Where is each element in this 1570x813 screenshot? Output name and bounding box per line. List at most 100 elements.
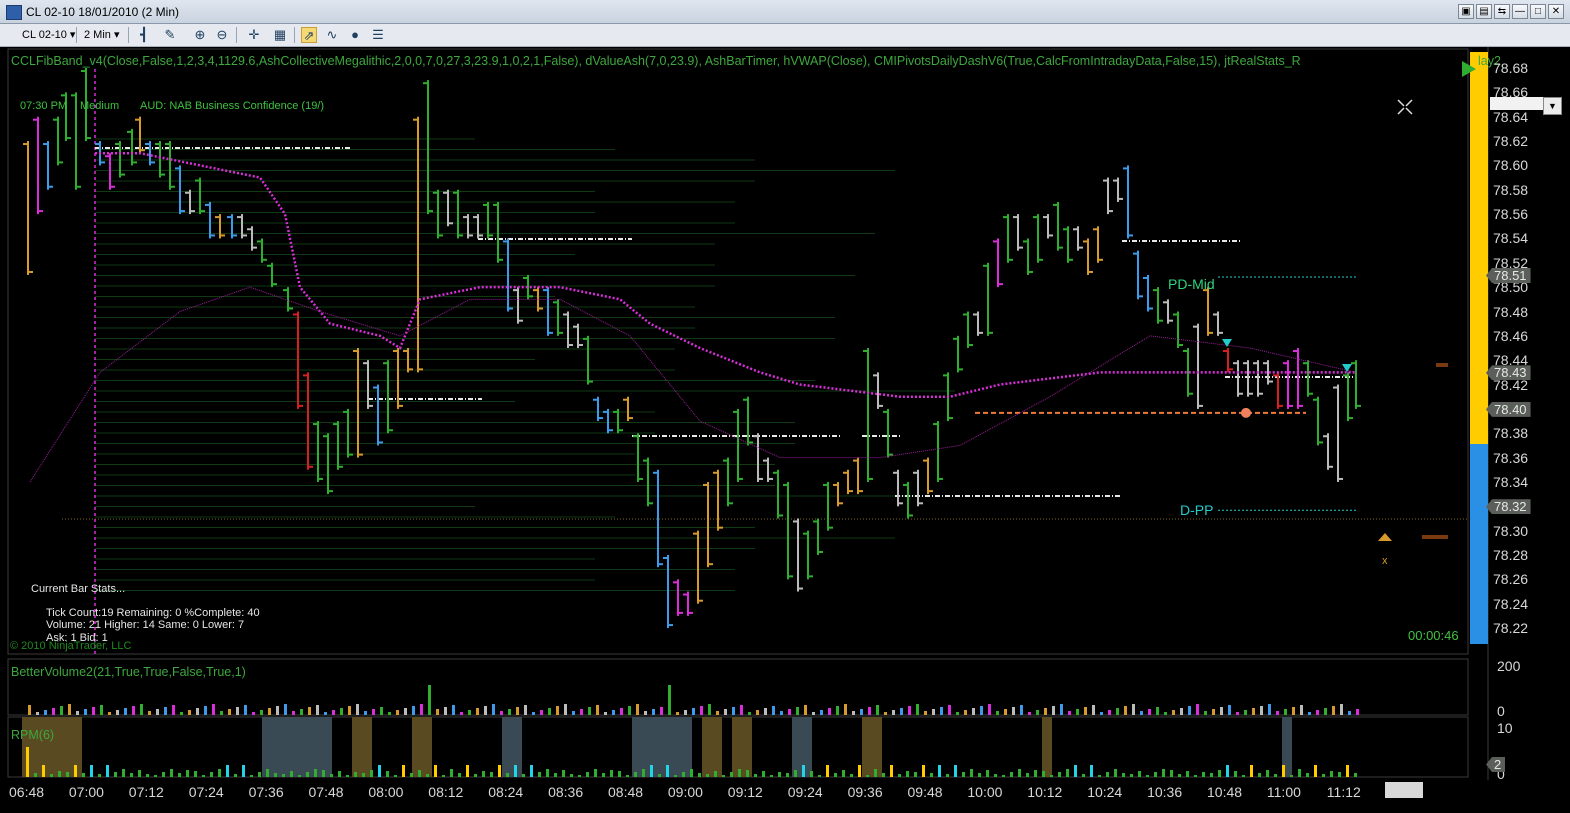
rpm-bar <box>330 774 333 777</box>
scroll-down-button[interactable]: ▼ <box>1543 97 1562 115</box>
maximize-button[interactable]: □ <box>1530 4 1546 19</box>
zoom-out-icon[interactable]: ⊖ <box>214 27 230 43</box>
rpm-bar <box>722 775 725 777</box>
volume-bar <box>300 709 303 715</box>
chart-area[interactable]: x CCLFibBand_v4(Close,False,1,2,3,4,1129… <box>0 47 1570 813</box>
crosshair-icon[interactable]: ✛ <box>246 27 262 43</box>
time-tick-label: 08:24 <box>488 784 524 800</box>
rpm-bar <box>1058 772 1061 777</box>
volume-bar <box>1012 707 1015 715</box>
rpm-bar <box>242 765 245 777</box>
price-tick-label: 78.22 <box>1493 620 1529 637</box>
expand-icon <box>1397 99 1413 115</box>
price-tick-label: 78.66 <box>1493 84 1529 101</box>
volume-bar <box>236 707 239 715</box>
rpm-bar <box>602 773 605 777</box>
swap-window-button[interactable]: ⇆ <box>1494 4 1510 19</box>
volume-bar <box>292 711 295 715</box>
rpm-bar <box>434 765 437 777</box>
volume-bar <box>204 706 207 715</box>
time-tick-label: 07:00 <box>68 784 104 800</box>
volume-bar <box>1244 710 1247 715</box>
close-button[interactable]: ✕ <box>1548 4 1564 19</box>
rpm-bar <box>890 765 893 777</box>
volume-bar <box>668 685 671 715</box>
rpm-bar <box>498 765 501 777</box>
volume-bar <box>1052 706 1055 715</box>
volume-bar <box>1028 712 1031 715</box>
volume-bar <box>876 705 879 715</box>
rpm-bar <box>714 771 717 777</box>
volume-bar <box>980 706 983 715</box>
time-tick-label: 10:48 <box>1207 784 1243 800</box>
chart-bars-icon[interactable]: ┫ <box>136 27 152 43</box>
rpm-bar <box>1082 774 1085 777</box>
minimize-button[interactable]: — <box>1512 4 1528 19</box>
volume-bar <box>76 711 79 715</box>
time-tick-label: 09:00 <box>667 784 703 800</box>
volume-bar <box>1100 712 1103 715</box>
chart-canvas[interactable]: x <box>0 47 1570 813</box>
rpm-bar <box>58 771 61 777</box>
rpm-bar <box>306 772 309 777</box>
pd-mid-label: PD-Mid <box>1168 276 1215 292</box>
volume-bar <box>1076 709 1079 715</box>
volume-bar <box>1316 710 1319 715</box>
rpm-bar <box>930 773 933 777</box>
tile-window-button[interactable]: ▤ <box>1476 4 1492 19</box>
rpm-bar <box>554 773 557 777</box>
rpm-bar <box>666 765 669 777</box>
volume-bar <box>908 706 911 715</box>
rpm-bar <box>1290 775 1293 777</box>
rpm-bar <box>370 770 373 777</box>
properties-icon[interactable]: ▦ <box>272 27 288 43</box>
rpm-bar <box>346 775 349 777</box>
link-window-button[interactable]: ▣ <box>1458 4 1474 19</box>
interval-selector[interactable]: 2 Min ▾ <box>84 27 119 43</box>
rpm-bar <box>1346 765 1349 777</box>
volume-bar <box>1204 711 1207 715</box>
rpm-bar <box>610 770 613 777</box>
rpm-bar <box>338 771 341 777</box>
volume-bar <box>276 706 279 715</box>
volume-bar <box>468 710 471 715</box>
volume-bar <box>932 709 935 715</box>
volume-bar <box>1004 709 1007 715</box>
price-tag: 78.43 <box>1486 365 1531 381</box>
strategy-icon[interactable]: ⇗ <box>301 27 317 43</box>
rpm-bar <box>1098 775 1101 777</box>
volume-bar <box>524 705 527 715</box>
rpm-bar <box>882 773 885 777</box>
data-box-icon[interactable]: ☰ <box>370 27 386 43</box>
rpm-bar <box>802 765 805 777</box>
horizontal-scrollbar-thumb[interactable] <box>1385 782 1423 798</box>
globe-icon[interactable]: ● <box>347 27 363 43</box>
zoom-in-icon[interactable]: ⊕ <box>192 27 208 43</box>
price-tick-label: 78.34 <box>1493 473 1529 490</box>
volume-bar <box>516 707 519 715</box>
volume-bar <box>404 708 407 715</box>
time-tick-label: 07:24 <box>188 784 224 800</box>
volume-bar <box>1036 710 1039 715</box>
time-tick-label: 11:00 <box>1266 784 1301 800</box>
volume-bar <box>428 685 431 715</box>
time-tick-label: 08:00 <box>368 784 404 800</box>
rpm-bar <box>282 774 285 777</box>
volume-bar <box>804 705 807 715</box>
volume-bar <box>1140 711 1143 715</box>
time-tick-label: 10:36 <box>1147 784 1183 800</box>
indicator-icon[interactable]: ∿ <box>324 27 340 43</box>
instrument-selector[interactable]: CL 02-10 ▾ <box>22 27 75 43</box>
volume-bar <box>1324 708 1327 715</box>
time-tick-label: 11:12 <box>1326 784 1361 800</box>
rpm-bar <box>130 773 133 777</box>
rpm-bar <box>1106 772 1109 777</box>
rpm-bar <box>154 775 157 777</box>
volume-bar <box>652 709 655 715</box>
pencil-icon[interactable]: ✎ <box>162 27 178 43</box>
rpm-bar <box>562 770 565 777</box>
volume-bar <box>412 706 415 715</box>
rpm-bar <box>970 769 973 777</box>
price-tag: 78.40 <box>1486 401 1531 417</box>
rpm-bar <box>146 774 149 777</box>
